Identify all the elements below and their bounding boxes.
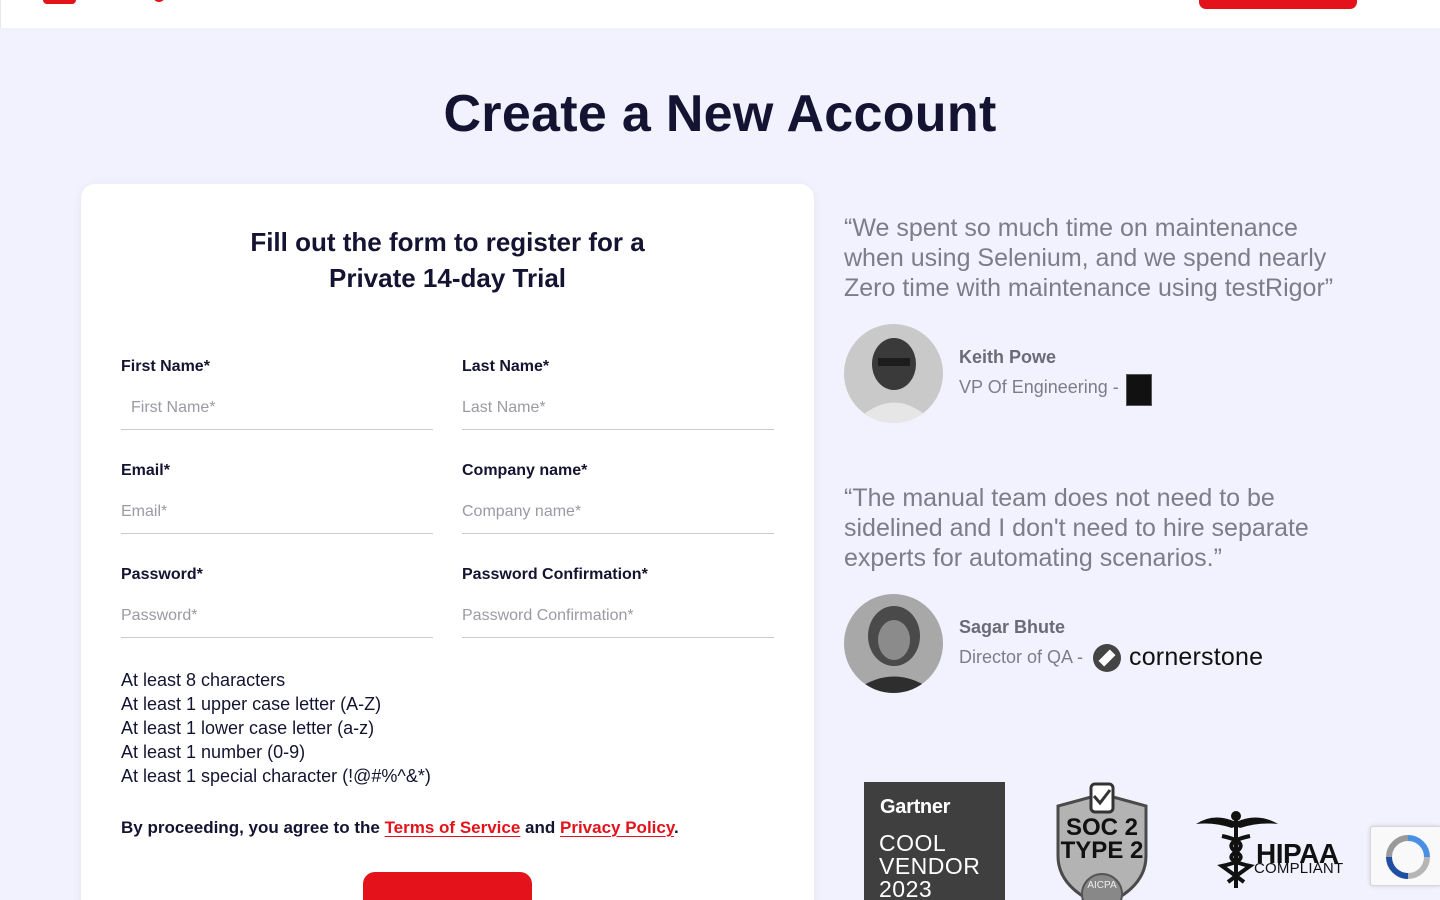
agreement-text: By proceeding, you agree to the Terms of… bbox=[121, 818, 679, 838]
last-name-input[interactable] bbox=[462, 386, 774, 430]
password-confirmation-input[interactable] bbox=[462, 594, 774, 638]
cornerstone-logo-icon bbox=[1093, 643, 1121, 672]
gartner-cool-vendor-badge: Gartner COOL VENDOR 2023 bbox=[864, 782, 1005, 900]
page-title: Create a New Account bbox=[443, 85, 997, 143]
company-name-label: Company name* bbox=[462, 462, 588, 479]
email-field: Email* bbox=[121, 462, 433, 534]
password-confirmation-label: Password Confirmation* bbox=[462, 566, 648, 583]
author-role: Director of QA - bbox=[959, 647, 1084, 667]
hipaa-subtitle: COMPLIANT bbox=[1254, 860, 1344, 877]
first-name-field: First Name* bbox=[121, 358, 433, 430]
idt-logo-icon bbox=[1126, 374, 1152, 406]
soc-line: SOC 2 bbox=[1065, 814, 1139, 841]
avatar bbox=[844, 594, 943, 693]
password-rule: At least 1 special character (!@#%^&*) bbox=[121, 766, 431, 786]
avatar bbox=[844, 324, 943, 423]
soc2-type2-badge: SOC 2 TYPE 2 AICPA bbox=[1050, 776, 1154, 900]
last-name-field: Last Name* bbox=[462, 358, 774, 430]
gartner-line: 2023 bbox=[879, 876, 933, 900]
form-heading-line2: Private 14-day Trial bbox=[328, 263, 567, 293]
form-heading-line1: Fill out the form to register for a bbox=[250, 227, 645, 257]
agreement-and: and bbox=[520, 818, 560, 837]
author-role: VP Of Engineering - bbox=[959, 377, 1119, 397]
soc-line: TYPE 2 bbox=[1060, 837, 1144, 864]
nav-cta-button[interactable] bbox=[1199, 0, 1357, 9]
password-rule: At least 1 upper case letter (A-Z) bbox=[121, 694, 382, 714]
gartner-line: COOL bbox=[879, 830, 947, 856]
author-name: Sagar Bhute bbox=[959, 617, 1066, 637]
agreement-prefix: By proceeding, you agree to the bbox=[121, 818, 385, 837]
password-field: Password* bbox=[121, 566, 433, 638]
first-name-input[interactable] bbox=[121, 386, 433, 430]
company-name-input[interactable] bbox=[462, 490, 774, 534]
testimonial-quote: “We spent so much time on maintenance wh… bbox=[844, 214, 1334, 302]
author-name: Keith Powe bbox=[959, 347, 1057, 367]
gartner-line: VENDOR bbox=[879, 853, 981, 879]
password-rules-list: At least 8 characters At least 1 upper c… bbox=[121, 668, 431, 788]
password-rule: At least 1 number (0-9) bbox=[121, 742, 306, 762]
recaptcha-icon bbox=[1386, 835, 1430, 879]
gartner-badge-text: COOL VENDOR 2023 bbox=[879, 832, 980, 900]
hipaa-compliant-badge: HIPAA COMPLIANT bbox=[1192, 810, 1343, 890]
agreement-suffix: . bbox=[674, 818, 679, 837]
email-label: Email* bbox=[121, 462, 170, 479]
testimonial-author: Sagar Bhute Director of QA - cornerstone bbox=[844, 594, 1364, 694]
email-input[interactable] bbox=[121, 490, 433, 534]
cornerstone-logo-text: cornerstone bbox=[1129, 643, 1264, 671]
recaptcha-badge[interactable] bbox=[1370, 826, 1440, 886]
register-now-button[interactable]: Register Now bbox=[363, 872, 532, 900]
brand-logo-icon[interactable] bbox=[43, 0, 76, 4]
cornerstone-logo: cornerstone bbox=[1093, 643, 1263, 675]
testimonial-quote: “The manual team does not need to be sid… bbox=[844, 484, 1309, 572]
password-rule: At least 8 characters bbox=[121, 670, 286, 690]
soc-sub-text: AICPA bbox=[1087, 880, 1117, 891]
password-label: Password* bbox=[121, 566, 203, 583]
testimonial-author: Keith Powe VP Of Engineering - bbox=[844, 324, 1364, 424]
form-heading: Fill out the form to register for a Priv… bbox=[81, 224, 814, 296]
password-confirmation-field: Password Confirmation* bbox=[462, 566, 774, 638]
terms-of-service-link[interactable]: Terms of Service bbox=[385, 818, 521, 837]
registration-form-card: Fill out the form to register for a Priv… bbox=[81, 184, 814, 900]
first-name-label: First Name* bbox=[121, 358, 210, 375]
soc-badge-text: SOC 2 TYPE 2 bbox=[1050, 814, 1154, 864]
company-name-field: Company name* bbox=[462, 462, 774, 534]
password-rule: At least 1 lower case letter (a-z) bbox=[121, 718, 375, 738]
gartner-brand: Gartner bbox=[880, 796, 951, 818]
testimonial-card: “We spent so much time on maintenance wh… bbox=[844, 213, 1364, 423]
privacy-policy-link[interactable]: Privacy Policy bbox=[560, 818, 674, 837]
last-name-label: Last Name* bbox=[462, 358, 550, 375]
top-nav-bar bbox=[0, 0, 1440, 28]
brand-logo-text-fragment bbox=[153, 0, 165, 2]
password-input[interactable] bbox=[121, 594, 433, 638]
testimonial-card: “The manual team does not need to be sid… bbox=[844, 483, 1364, 693]
